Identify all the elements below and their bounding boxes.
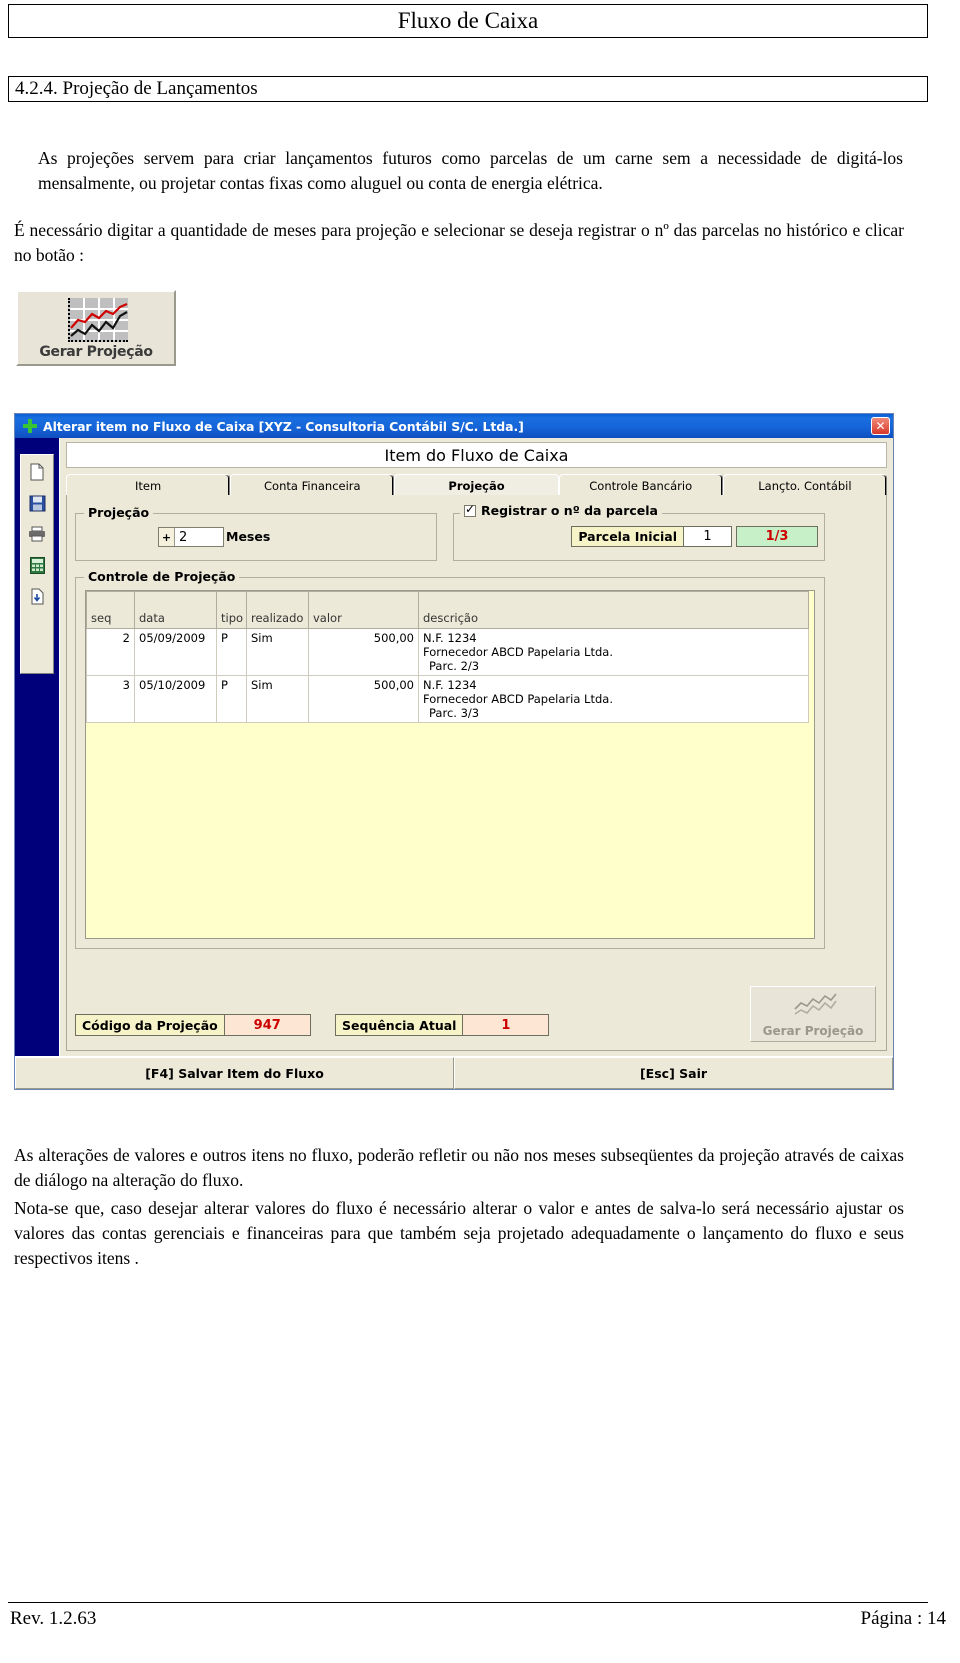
- tab-controle-bancario[interactable]: Controle Bancário: [558, 474, 723, 496]
- tab-conta-financeira[interactable]: Conta Financeira: [230, 474, 395, 496]
- descricao-line-1: N.F. 1234: [423, 678, 477, 693]
- gerar-projecao-label: Gerar Projeção: [39, 344, 153, 360]
- line-chart-icon: [794, 993, 837, 1015]
- content-header-bar: Item do Fluxo de Caixa: [66, 442, 887, 468]
- sequencia-atual-field: Sequência Atual 1: [335, 1014, 550, 1036]
- checkbox-registrar-parcela[interactable]: [464, 502, 476, 517]
- parcela-inicial-field: Parcela Inicial 1 1/3: [571, 526, 818, 547]
- projecao-table: seq data tipo realizado valor descrição: [86, 591, 809, 724]
- table-header-row: seq data tipo realizado valor descrição: [86, 591, 809, 629]
- descricao-line-1: N.F. 1234: [423, 631, 477, 645]
- gerar-projecao-button-label: Gerar Projeção: [762, 1024, 864, 1038]
- group-registrar-parcela: Registrar o nº da parcela Parcela Inicia…: [453, 502, 825, 561]
- column-header-realizado: realizado: [246, 591, 309, 629]
- column-header-data: data: [134, 591, 217, 629]
- print-icon[interactable]: [25, 523, 49, 545]
- descricao-line-3: Parc. 3/3: [429, 706, 480, 721]
- window-body: Item do Fluxo de Caixa Item Conta Financ…: [15, 438, 893, 1089]
- group-projecao-title: Projeção: [84, 505, 154, 520]
- paragraph-alteracoes: As alterações de valores e outros itens …: [14, 1145, 904, 1190]
- sair-button[interactable]: [Esc] Sair: [454, 1057, 893, 1089]
- parcela-inicial-label: Parcela Inicial: [571, 526, 684, 547]
- descricao-line-3: Parc. 2/3: [429, 659, 480, 674]
- cell-realizado: Sim: [246, 627, 309, 677]
- save-disk-icon[interactable]: [25, 492, 49, 514]
- projecao-grid[interactable]: seq data tipo realizado valor descrição: [85, 590, 815, 939]
- document-page: Fluxo de Caixa 4.2.4. Projeção de Lançam…: [0, 0, 960, 1663]
- parcela-fraction-display: 1/3: [736, 526, 818, 547]
- descricao-line-2: Fornecedor ABCD Papelaria Ltda.: [423, 645, 613, 660]
- gerar-projecao-button[interactable]: Gerar Projeção: [750, 986, 876, 1042]
- group-controle-projecao: Controle de Projeção seq data tipo reali…: [75, 569, 825, 949]
- cell-descricao: N.F. 1234 Fornecedor ABCD Papelaria Ltda…: [418, 675, 809, 724]
- paragraph-instructions: É necessário digitar a quantidade de mes…: [14, 220, 904, 265]
- export-icon[interactable]: [25, 585, 49, 607]
- document-header: Fluxo de Caixa: [8, 4, 928, 38]
- group-controle-projecao-title: Controle de Projeção: [84, 569, 240, 584]
- cell-realizado: Sim: [246, 675, 309, 724]
- cell-valor: 500,00: [308, 675, 419, 724]
- sequencia-atual-label: Sequência Atual: [335, 1014, 464, 1036]
- tab-strip: Item Conta Financeira Projeção Controle …: [66, 474, 888, 496]
- window-statusbar: [F4] Salvar Item do Fluxo [Esc] Sair: [15, 1056, 893, 1089]
- footer-divider: [8, 1602, 928, 1603]
- table-row[interactable]: 2 05/09/2009 P Sim 500,00 N.F. 1234 Forn…: [86, 627, 809, 677]
- cell-data: 05/09/2009: [134, 627, 217, 677]
- new-document-icon[interactable]: [25, 461, 49, 483]
- descricao-line-2: Fornecedor ABCD Papelaria Ltda.: [423, 692, 613, 707]
- salvar-item-button[interactable]: [F4] Salvar Item do Fluxo: [15, 1057, 454, 1089]
- cell-tipo: P: [216, 675, 247, 724]
- tab-lancto-contabil[interactable]: Lançto. Contábil: [722, 474, 888, 496]
- months-label: Meses: [226, 529, 271, 544]
- calculator-icon[interactable]: [25, 554, 49, 576]
- months-stepper[interactable]: + 2: [158, 527, 224, 547]
- application-window: Alterar item no Fluxo de Caixa [XYZ - Co…: [14, 413, 894, 1090]
- page-title: Fluxo de Caixa: [397, 8, 539, 33]
- registrar-parcela-checkbox-row[interactable]: Registrar o nº da parcela: [460, 502, 662, 518]
- column-header-valor: valor: [308, 591, 419, 629]
- close-icon[interactable]: ✕: [871, 417, 890, 435]
- cell-tipo: P: [216, 627, 247, 677]
- stepper-increment-button[interactable]: +: [159, 528, 175, 546]
- cell-descricao: N.F. 1234 Fornecedor ABCD Papelaria Ltda…: [418, 627, 809, 677]
- codigo-projecao-value: 947: [224, 1014, 311, 1036]
- tab-pane-projecao: Projeção + 2 Meses Registrar o nº da par…: [66, 495, 887, 1051]
- line-chart-icon: [68, 298, 128, 342]
- gerar-projecao-button-illustration[interactable]: Gerar Projeção: [16, 290, 176, 366]
- content-header-title: Item do Fluxo de Caixa: [384, 445, 569, 465]
- group-projecao: Projeção + 2 Meses: [75, 505, 437, 561]
- paragraph-nota: Nota-se que, caso desejar alterar valore…: [14, 1198, 904, 1268]
- column-header-descricao: descrição: [418, 591, 809, 629]
- footer-revision: Rev. 1.2.63: [10, 1608, 97, 1629]
- codigo-projecao-field: Código da Projeção 947: [75, 1014, 311, 1036]
- window-titlebar: Alterar item no Fluxo de Caixa [XYZ - Co…: [15, 414, 893, 438]
- cell-seq: 2: [86, 627, 135, 677]
- tab-projecao[interactable]: Projeção: [394, 474, 559, 496]
- main-content: Item do Fluxo de Caixa Item Conta Financ…: [59, 438, 893, 1057]
- column-header-tipo: tipo: [216, 591, 247, 629]
- section-heading-box: 4.2.4. Projeção de Lançamentos: [8, 76, 928, 102]
- paragraph-intro: As projeções servem para criar lançament…: [38, 148, 903, 193]
- sequencia-atual-value: 1: [463, 1014, 550, 1036]
- left-sidebar: [15, 438, 59, 1057]
- table-row[interactable]: 3 05/10/2009 P Sim 500,00 N.F. 1234 Forn…: [86, 675, 809, 724]
- footer-page-number: Página : 14: [860, 1608, 947, 1629]
- cell-data: 05/10/2009: [134, 675, 217, 724]
- sidebar-toolbar: [20, 454, 54, 674]
- parcela-inicial-input[interactable]: 1: [684, 526, 732, 547]
- checkbox-registrar-parcela-label: Registrar o nº da parcela: [481, 503, 658, 518]
- window-title: Alterar item no Fluxo de Caixa [XYZ - Co…: [43, 418, 524, 434]
- cell-valor: 500,00: [308, 627, 419, 677]
- column-header-seq: seq: [86, 591, 135, 629]
- section-title: 4.2.4. Projeção de Lançamentos: [15, 78, 258, 99]
- codigo-projecao-label: Código da Projeção: [75, 1014, 225, 1036]
- plus-icon: [23, 419, 37, 433]
- tab-item[interactable]: Item: [66, 474, 231, 496]
- months-input[interactable]: 2: [175, 528, 223, 546]
- cell-seq: 3: [86, 675, 135, 724]
